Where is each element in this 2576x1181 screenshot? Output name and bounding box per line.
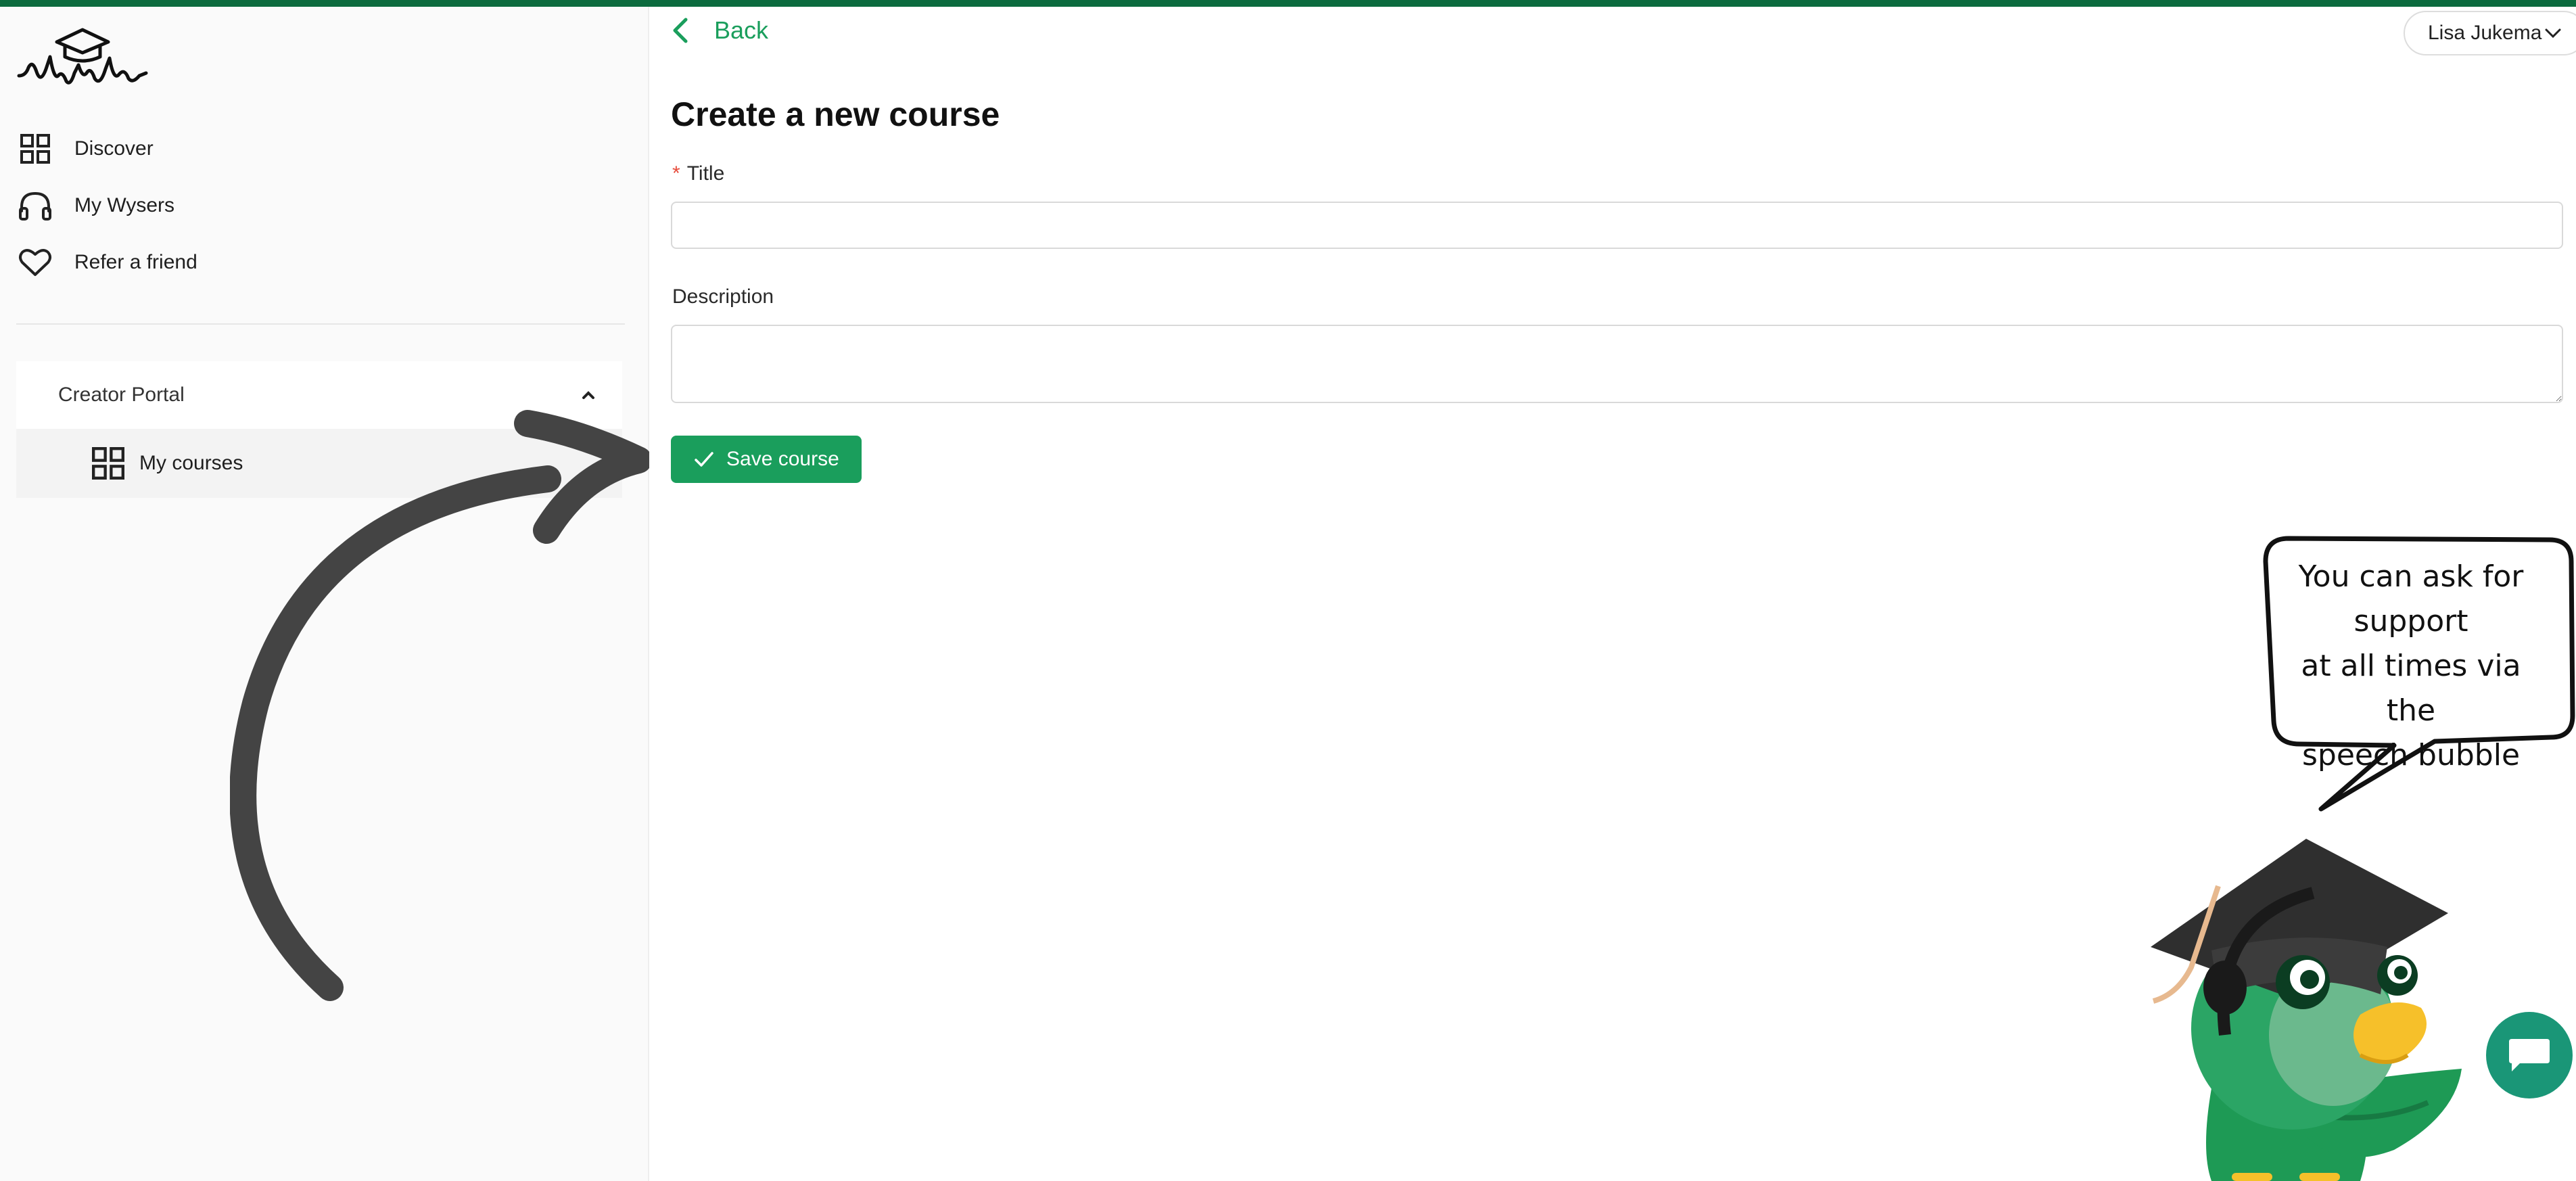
title-field-label: * Title: [672, 162, 724, 185]
chevron-up-icon: [582, 391, 594, 399]
user-name: Lisa Jukema: [2428, 22, 2542, 44]
speech-line: speech bubble: [2301, 738, 2521, 772]
heart-icon: [16, 244, 54, 281]
top-accent-bar: [0, 0, 2576, 7]
back-label: Back: [714, 16, 769, 44]
page-title: Create a new course: [671, 95, 1000, 133]
sidebar-item-my-wysers[interactable]: My Wysers: [16, 185, 611, 226]
headphones-icon: [16, 187, 54, 225]
sidebar-item-label: My courses: [139, 452, 243, 474]
grid-icon: [16, 130, 54, 168]
annotation-arrow: [230, 410, 649, 1001]
save-course-button[interactable]: Save course: [671, 436, 862, 483]
chevron-left-icon: [673, 18, 688, 43]
sidebar-divider: [16, 323, 625, 325]
checkmark-icon: [695, 452, 713, 467]
required-mark: *: [672, 162, 680, 185]
creator-portal-label: Creator Portal: [58, 384, 185, 406]
chat-support-button[interactable]: [2486, 1012, 2573, 1098]
sidebar-item-label: My Wysers: [74, 194, 175, 216]
chevron-down-icon: [2545, 28, 2561, 39]
sidebar-item-refer-a-friend[interactable]: Refer a friend: [16, 242, 611, 283]
title-input[interactable]: [671, 202, 2563, 249]
user-menu-button[interactable]: Lisa Jukema: [2404, 11, 2576, 55]
speech-line: at all times via the: [2301, 649, 2521, 728]
description-textarea[interactable]: [671, 325, 2563, 403]
speech-bubble-text: You can ask for support at all times via…: [2279, 555, 2543, 778]
speech-line: support: [2353, 604, 2468, 639]
description-field-label: Description: [672, 285, 774, 308]
sidebar-item-label: Discover: [74, 137, 154, 160]
back-link[interactable]: Back: [670, 16, 768, 45]
title-label-text: Title: [686, 162, 725, 185]
sidebar-item-label: Refer a friend: [74, 251, 197, 273]
logo-icon[interactable]: [16, 22, 149, 87]
parrot-mascot-icon: [2151, 839, 2462, 1181]
speech-line: You can ask for: [2298, 559, 2524, 594]
grid-icon: [92, 447, 124, 480]
save-course-label: Save course: [726, 448, 839, 470]
chat-bubble-icon: [2509, 1039, 2550, 1071]
sidebar-item-discover[interactable]: Discover: [16, 129, 611, 169]
